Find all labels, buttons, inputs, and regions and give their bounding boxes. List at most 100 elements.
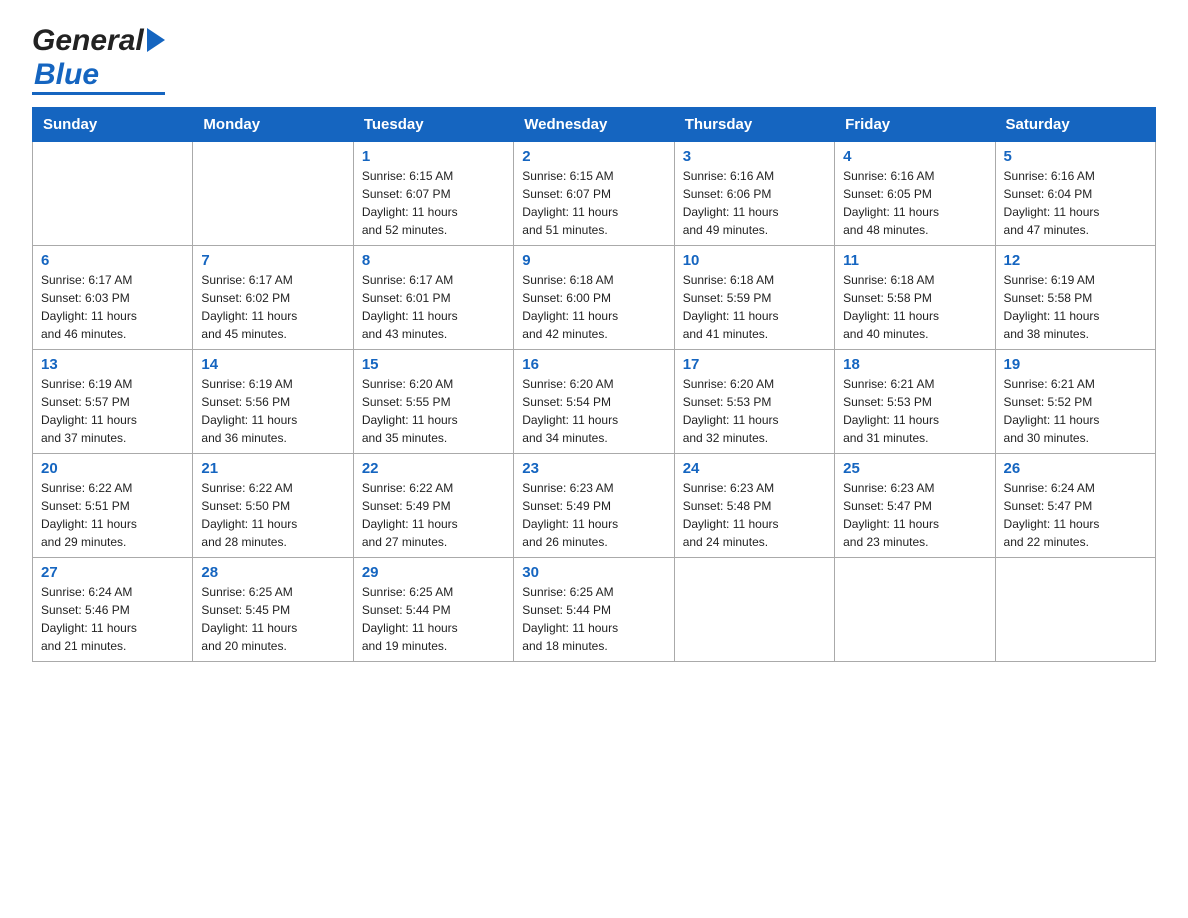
- day-number: 21: [201, 460, 344, 477]
- day-info: Sunrise: 6:20 AM Sunset: 5:54 PM Dayligh…: [522, 375, 665, 447]
- logo-arrow-icon: [147, 28, 165, 52]
- calendar-cell: [33, 142, 193, 246]
- day-info: Sunrise: 6:23 AM Sunset: 5:49 PM Dayligh…: [522, 479, 665, 551]
- calendar-cell: 9 Sunrise: 6:18 AM Sunset: 6:00 PM Daylig…: [514, 246, 674, 350]
- calendar-cell: 23 Sunrise: 6:23 AM Sunset: 5:49 PM Dayli…: [514, 454, 674, 558]
- logo-underline: [32, 92, 165, 95]
- calendar-cell: 18Sunrise: 6:21 AM Sunset: 5:53 PM Dayli…: [835, 350, 995, 454]
- logo: General Blue: [32, 24, 165, 95]
- day-number: 5: [1004, 148, 1147, 165]
- calendar-cell: [193, 142, 353, 246]
- day-number: 25: [843, 460, 986, 477]
- day-number: 6: [41, 252, 184, 269]
- day-number: 8: [362, 252, 505, 269]
- day-number: 10: [683, 252, 826, 269]
- day-info: Sunrise: 6:25 AM Sunset: 5:45 PM Dayligh…: [201, 583, 344, 655]
- calendar-week-1: 1 Sunrise: 6:15 AM Sunset: 6:07 PM Daylig…: [33, 142, 1156, 246]
- day-info: Sunrise: 6:25 AM Sunset: 5:44 PM Dayligh…: [522, 583, 665, 655]
- day-number: 27: [41, 564, 184, 581]
- day-info: Sunrise: 6:19 AM Sunset: 5:56 PM Dayligh…: [201, 375, 344, 447]
- calendar-cell: [995, 558, 1155, 662]
- column-header-sunday: Sunday: [33, 108, 193, 142]
- day-info: Sunrise: 6:16 AM Sunset: 6:04 PM Dayligh…: [1004, 167, 1147, 239]
- logo-general-text: General: [32, 24, 144, 58]
- calendar-cell: 7 Sunrise: 6:17 AM Sunset: 6:02 PM Daylig…: [193, 246, 353, 350]
- day-info: Sunrise: 6:19 AM Sunset: 5:58 PM Dayligh…: [1004, 271, 1147, 343]
- day-number: 2: [522, 148, 665, 165]
- day-number: 24: [683, 460, 826, 477]
- day-number: 9: [522, 252, 665, 269]
- column-header-friday: Friday: [835, 108, 995, 142]
- day-info: Sunrise: 6:17 AM Sunset: 6:01 PM Dayligh…: [362, 271, 505, 343]
- calendar-cell: [835, 558, 995, 662]
- calendar-cell: 6 Sunrise: 6:17 AM Sunset: 6:03 PM Daylig…: [33, 246, 193, 350]
- day-number: 14: [201, 356, 344, 373]
- day-info: Sunrise: 6:24 AM Sunset: 5:47 PM Dayligh…: [1004, 479, 1147, 551]
- calendar-cell: 25 Sunrise: 6:23 AM Sunset: 5:47 PM Dayli…: [835, 454, 995, 558]
- day-info: Sunrise: 6:22 AM Sunset: 5:51 PM Dayligh…: [41, 479, 184, 551]
- column-header-monday: Monday: [193, 108, 353, 142]
- calendar-cell: 5 Sunrise: 6:16 AM Sunset: 6:04 PM Daylig…: [995, 142, 1155, 246]
- calendar-cell: 2 Sunrise: 6:15 AM Sunset: 6:07 PM Daylig…: [514, 142, 674, 246]
- calendar-week-5: 27Sunrise: 6:24 AM Sunset: 5:46 PM Dayli…: [33, 558, 1156, 662]
- day-number: 22: [362, 460, 505, 477]
- day-number: 15: [362, 356, 505, 373]
- calendar-cell: 28 Sunrise: 6:25 AM Sunset: 5:45 PM Dayli…: [193, 558, 353, 662]
- day-number: 3: [683, 148, 826, 165]
- day-info: Sunrise: 6:22 AM Sunset: 5:49 PM Dayligh…: [362, 479, 505, 551]
- day-number: 11: [843, 252, 986, 269]
- day-number: 20: [41, 460, 184, 477]
- logo-blue-text: Blue: [34, 58, 99, 92]
- day-info: Sunrise: 6:23 AM Sunset: 5:47 PM Dayligh…: [843, 479, 986, 551]
- column-header-tuesday: Tuesday: [353, 108, 513, 142]
- calendar-cell: 21Sunrise: 6:22 AM Sunset: 5:50 PM Dayli…: [193, 454, 353, 558]
- calendar-cell: 17 Sunrise: 6:20 AM Sunset: 5:53 PM Dayli…: [674, 350, 834, 454]
- day-number: 28: [201, 564, 344, 581]
- calendar-cell: 20 Sunrise: 6:22 AM Sunset: 5:51 PM Dayli…: [33, 454, 193, 558]
- day-number: 12: [1004, 252, 1147, 269]
- day-info: Sunrise: 6:20 AM Sunset: 5:53 PM Dayligh…: [683, 375, 826, 447]
- calendar-cell: 1 Sunrise: 6:15 AM Sunset: 6:07 PM Daylig…: [353, 142, 513, 246]
- page-header: General Blue: [32, 24, 1156, 95]
- day-info: Sunrise: 6:17 AM Sunset: 6:03 PM Dayligh…: [41, 271, 184, 343]
- calendar-cell: 19Sunrise: 6:21 AM Sunset: 5:52 PM Dayli…: [995, 350, 1155, 454]
- day-number: 16: [522, 356, 665, 373]
- column-header-saturday: Saturday: [995, 108, 1155, 142]
- day-number: 1: [362, 148, 505, 165]
- calendar-table: SundayMondayTuesdayWednesdayThursdayFrid…: [32, 107, 1156, 662]
- column-header-thursday: Thursday: [674, 108, 834, 142]
- calendar-cell: 27Sunrise: 6:24 AM Sunset: 5:46 PM Dayli…: [33, 558, 193, 662]
- day-number: 26: [1004, 460, 1147, 477]
- calendar-cell: 14 Sunrise: 6:19 AM Sunset: 5:56 PM Dayli…: [193, 350, 353, 454]
- calendar-week-4: 20 Sunrise: 6:22 AM Sunset: 5:51 PM Dayli…: [33, 454, 1156, 558]
- day-info: Sunrise: 6:20 AM Sunset: 5:55 PM Dayligh…: [362, 375, 505, 447]
- calendar-cell: 30 Sunrise: 6:25 AM Sunset: 5:44 PM Dayli…: [514, 558, 674, 662]
- day-info: Sunrise: 6:25 AM Sunset: 5:44 PM Dayligh…: [362, 583, 505, 655]
- calendar-cell: 11 Sunrise: 6:18 AM Sunset: 5:58 PM Dayli…: [835, 246, 995, 350]
- day-number: 17: [683, 356, 826, 373]
- day-info: Sunrise: 6:18 AM Sunset: 5:58 PM Dayligh…: [843, 271, 986, 343]
- calendar-cell: 29Sunrise: 6:25 AM Sunset: 5:44 PM Dayli…: [353, 558, 513, 662]
- day-info: Sunrise: 6:21 AM Sunset: 5:53 PM Dayligh…: [843, 375, 986, 447]
- day-info: Sunrise: 6:16 AM Sunset: 6:05 PM Dayligh…: [843, 167, 986, 239]
- day-number: 30: [522, 564, 665, 581]
- day-number: 7: [201, 252, 344, 269]
- calendar-cell: 16 Sunrise: 6:20 AM Sunset: 5:54 PM Dayli…: [514, 350, 674, 454]
- day-info: Sunrise: 6:18 AM Sunset: 6:00 PM Dayligh…: [522, 271, 665, 343]
- day-info: Sunrise: 6:15 AM Sunset: 6:07 PM Dayligh…: [362, 167, 505, 239]
- day-number: 4: [843, 148, 986, 165]
- calendar-cell: [674, 558, 834, 662]
- day-info: Sunrise: 6:23 AM Sunset: 5:48 PM Dayligh…: [683, 479, 826, 551]
- column-header-wednesday: Wednesday: [514, 108, 674, 142]
- day-info: Sunrise: 6:15 AM Sunset: 6:07 PM Dayligh…: [522, 167, 665, 239]
- calendar-cell: 15 Sunrise: 6:20 AM Sunset: 5:55 PM Dayli…: [353, 350, 513, 454]
- calendar-cell: 26 Sunrise: 6:24 AM Sunset: 5:47 PM Dayli…: [995, 454, 1155, 558]
- day-info: Sunrise: 6:16 AM Sunset: 6:06 PM Dayligh…: [683, 167, 826, 239]
- calendar-header-row: SundayMondayTuesdayWednesdayThursdayFrid…: [33, 108, 1156, 142]
- day-number: 13: [41, 356, 184, 373]
- day-info: Sunrise: 6:17 AM Sunset: 6:02 PM Dayligh…: [201, 271, 344, 343]
- calendar-week-3: 13Sunrise: 6:19 AM Sunset: 5:57 PM Dayli…: [33, 350, 1156, 454]
- day-number: 23: [522, 460, 665, 477]
- calendar-cell: 12 Sunrise: 6:19 AM Sunset: 5:58 PM Dayli…: [995, 246, 1155, 350]
- calendar-cell: 8 Sunrise: 6:17 AM Sunset: 6:01 PM Daylig…: [353, 246, 513, 350]
